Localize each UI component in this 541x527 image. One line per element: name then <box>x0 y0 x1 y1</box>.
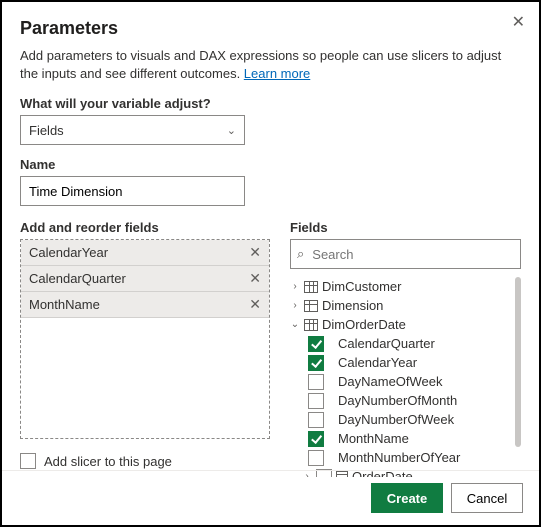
reorder-item[interactable]: CalendarQuarter ✕ <box>21 266 269 292</box>
chevron-down-icon: ⌄ <box>227 124 236 137</box>
tree-label: DimOrderDate <box>322 315 406 335</box>
field-checkbox[interactable] <box>308 374 324 390</box>
dialog-title: Parameters <box>20 18 521 39</box>
tree-label: DimCustomer <box>322 277 401 297</box>
reorder-item[interactable]: MonthName ✕ <box>21 292 269 318</box>
reorder-item-label: CalendarQuarter <box>29 271 126 286</box>
close-icon[interactable]: ✕ <box>512 12 525 32</box>
remove-icon[interactable]: ✕ <box>249 244 261 261</box>
reorder-list: CalendarYear ✕ CalendarQuarter ✕ MonthNa… <box>20 239 270 439</box>
tree-table-dimcustomer[interactable]: › DimCustomer <box>290 277 511 296</box>
variable-select[interactable]: Fields ⌄ <box>20 115 245 145</box>
tree-field-orderdate[interactable]: › OrderDate <box>290 467 511 477</box>
table-icon <box>304 281 318 293</box>
tree-field[interactable]: CalendarQuarter <box>290 334 511 353</box>
search-icon: ⌕ <box>297 246 304 262</box>
reorder-item-label: CalendarYear <box>29 245 108 260</box>
fields-tree: › DimCustomer › Dimension ⌄ DimOrderDate <box>290 277 521 477</box>
field-label: MonthNumberOfYear <box>338 448 460 468</box>
caret-right-icon: › <box>290 296 300 316</box>
remove-icon[interactable]: ✕ <box>249 296 261 313</box>
search-input[interactable] <box>310 246 514 263</box>
search-box[interactable]: ⌕ <box>290 239 521 269</box>
field-label: DayNameOfWeek <box>338 372 443 392</box>
reorder-item-label: MonthName <box>29 297 100 312</box>
table-icon <box>304 319 318 331</box>
scrollbar[interactable] <box>515 277 521 447</box>
variable-value: Fields <box>29 123 64 138</box>
field-label: CalendarQuarter <box>338 334 435 354</box>
field-label: CalendarYear <box>338 353 417 373</box>
calendar-icon <box>336 471 348 477</box>
caret-right-icon: › <box>290 277 300 297</box>
tree-table-dimension[interactable]: › Dimension <box>290 296 511 315</box>
field-checkbox[interactable] <box>308 336 324 352</box>
tree-field[interactable]: DayNumberOfMonth <box>290 391 511 410</box>
caret-right-icon: › <box>302 467 312 478</box>
add-slicer-row[interactable]: Add slicer to this page <box>20 453 270 469</box>
field-label: MonthName <box>338 429 409 449</box>
table-icon <box>304 300 318 312</box>
divider <box>2 470 539 471</box>
field-checkbox[interactable] <box>308 393 324 409</box>
tree-field[interactable]: DayNameOfWeek <box>290 372 511 391</box>
variable-label: What will your variable adjust? <box>20 96 521 111</box>
tree-field[interactable]: CalendarYear <box>290 353 511 372</box>
learn-more-link[interactable]: Learn more <box>244 66 310 81</box>
name-input[interactable] <box>20 176 245 206</box>
caret-down-icon: ⌄ <box>290 315 300 335</box>
tree-table-dimorderdate[interactable]: ⌄ DimOrderDate <box>290 315 511 334</box>
field-checkbox[interactable] <box>308 450 324 466</box>
fields-label: Fields <box>290 220 521 235</box>
add-slicer-checkbox[interactable] <box>20 453 36 469</box>
tree-field[interactable]: MonthNumberOfYear <box>290 448 511 467</box>
add-slicer-label: Add slicer to this page <box>44 454 172 469</box>
tree-label: Dimension <box>322 296 383 316</box>
tree-field[interactable]: MonthName <box>290 429 511 448</box>
field-checkbox[interactable] <box>308 431 324 447</box>
name-label: Name <box>20 157 521 172</box>
remove-icon[interactable]: ✕ <box>249 270 261 287</box>
reorder-item[interactable]: CalendarYear ✕ <box>21 240 269 266</box>
dialog-description: Add parameters to visuals and DAX expres… <box>20 47 521 82</box>
cancel-button[interactable]: Cancel <box>451 483 523 513</box>
field-label: DayNumberOfMonth <box>338 391 457 411</box>
field-label: DayNumberOfWeek <box>338 410 454 430</box>
field-checkbox[interactable] <box>308 355 324 371</box>
tree-field[interactable]: DayNumberOfWeek <box>290 410 511 429</box>
field-checkbox[interactable] <box>308 412 324 428</box>
field-label: OrderDate <box>352 467 413 478</box>
create-button[interactable]: Create <box>371 483 443 513</box>
reorder-label: Add and reorder fields <box>20 220 270 235</box>
